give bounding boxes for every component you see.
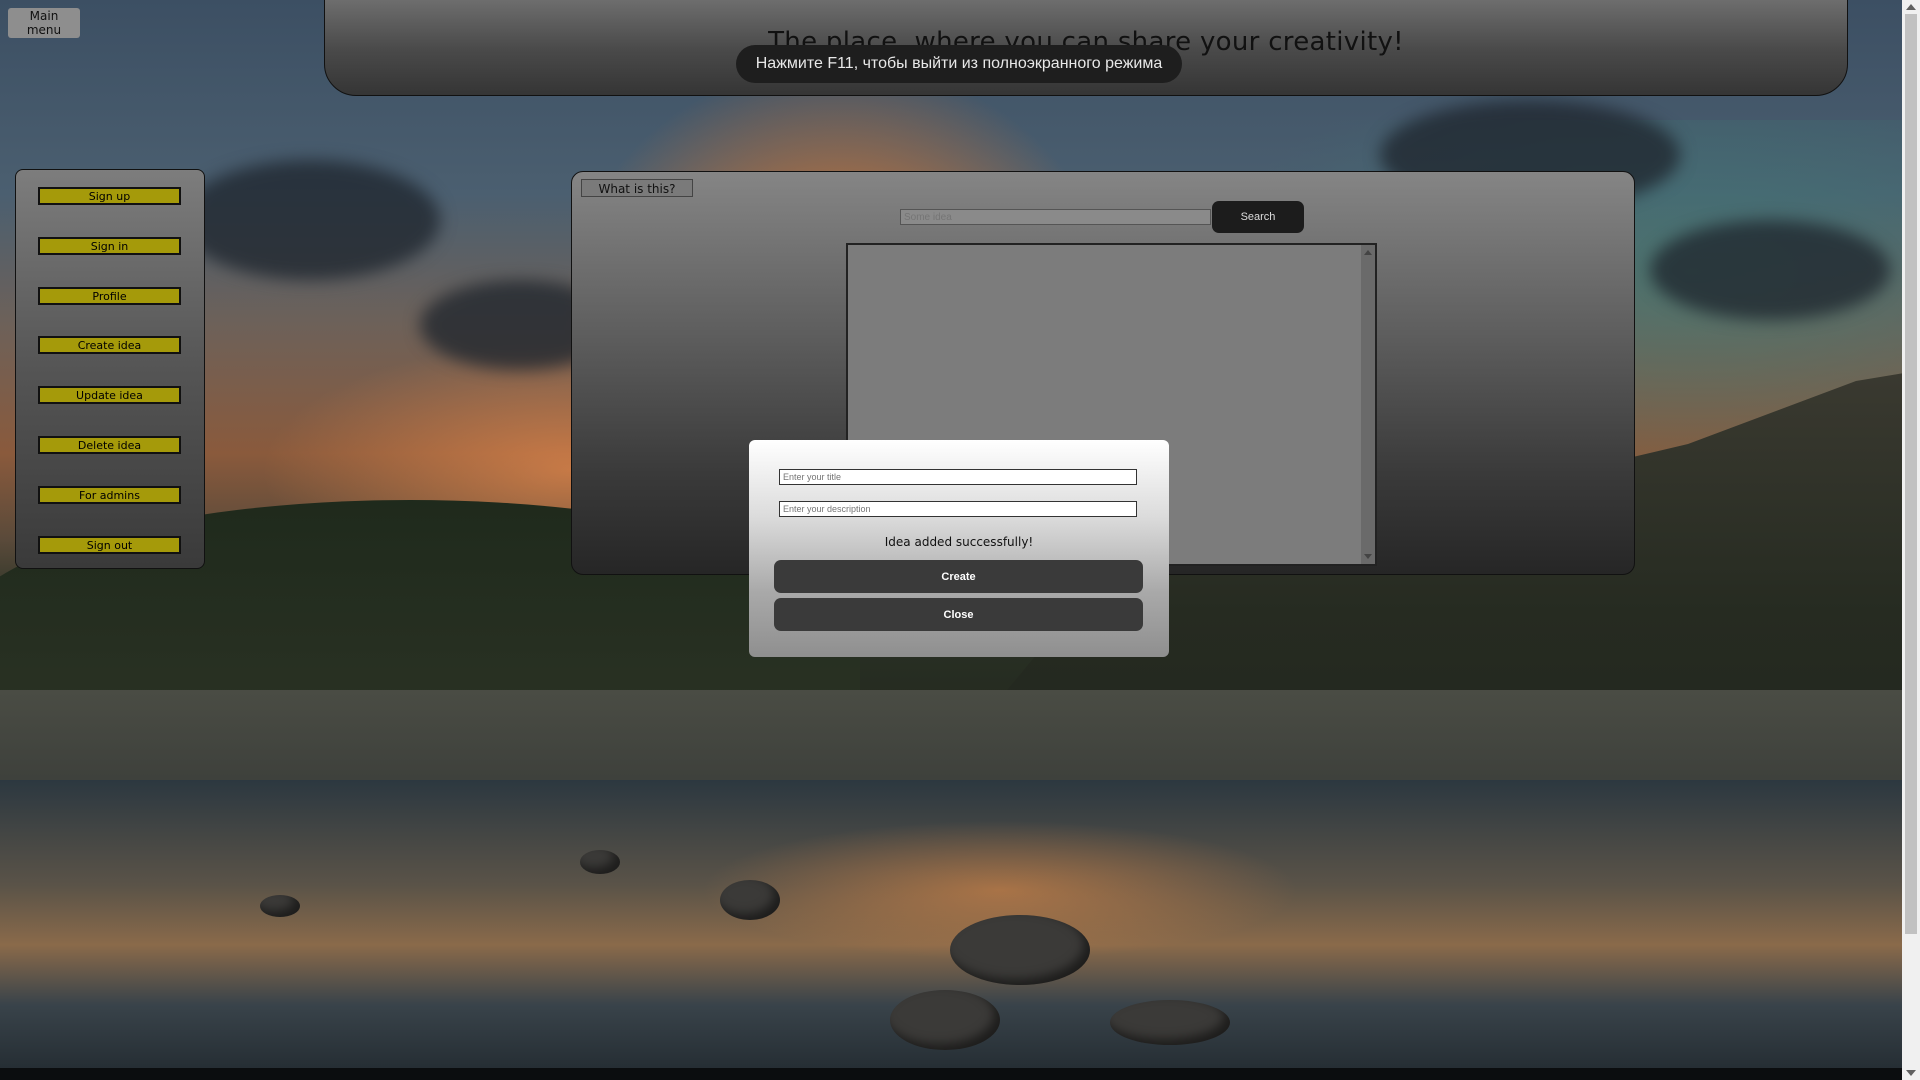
update-idea-button[interactable]: Update idea: [38, 386, 181, 404]
search-input[interactable]: [900, 209, 1211, 225]
cloud: [1650, 220, 1890, 320]
create-idea-button[interactable]: Create idea: [38, 336, 181, 354]
create-idea-modal: Idea added successfully! Create Close: [749, 440, 1169, 657]
delete-idea-button[interactable]: Delete idea: [38, 436, 181, 454]
sign-in-button[interactable]: Sign in: [38, 237, 181, 255]
main-menu-button[interactable]: Main menu: [8, 8, 80, 38]
page-scrollbar[interactable]: [1902, 0, 1920, 1080]
scroll-up-arrow-icon[interactable]: [1364, 250, 1372, 255]
rock: [260, 895, 300, 917]
status-message: Idea added successfully!: [884, 535, 1034, 549]
bottom-strip: [0, 1068, 1902, 1080]
scroll-down-arrow-icon[interactable]: [1364, 554, 1372, 559]
fullscreen-exit-toast: Нажмите F11, чтобы выйти из полноэкранно…: [736, 45, 1182, 83]
ideas-list-scrollbar[interactable]: [1361, 245, 1375, 564]
scroll-down-arrow-icon[interactable]: [1906, 1070, 1916, 1076]
search-button[interactable]: Search: [1212, 201, 1304, 233]
cloud: [180, 160, 440, 280]
sidebar: Sign up Sign in Profile Create idea Upda…: [15, 169, 205, 569]
close-button[interactable]: Close: [774, 598, 1143, 631]
rock: [720, 880, 780, 920]
rock: [890, 990, 1000, 1050]
rock: [580, 850, 620, 874]
for-admins-button[interactable]: For admins: [38, 486, 181, 504]
scroll-up-arrow-icon[interactable]: [1906, 4, 1916, 10]
rock: [1110, 1000, 1230, 1045]
sign-out-button[interactable]: Sign out: [38, 536, 181, 554]
title-input[interactable]: [779, 469, 1137, 485]
description-input[interactable]: [779, 501, 1137, 517]
create-button[interactable]: Create: [774, 560, 1143, 593]
rock: [950, 915, 1090, 985]
profile-button[interactable]: Profile: [38, 287, 181, 305]
scrollbar-thumb[interactable]: [1905, 14, 1917, 934]
what-is-this-button[interactable]: What is this?: [581, 179, 693, 197]
sign-up-button[interactable]: Sign up: [38, 187, 181, 205]
